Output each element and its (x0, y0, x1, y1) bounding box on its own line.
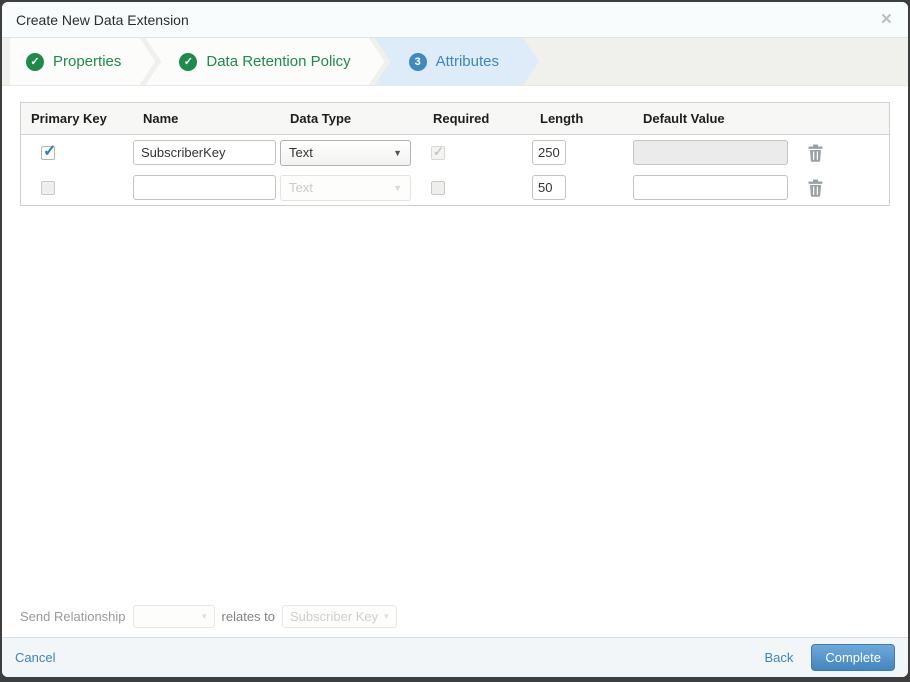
step-properties-label: Properties (53, 53, 122, 70)
table-row (423, 135, 530, 170)
send-relationship-label: Send Relationship (20, 609, 126, 624)
step-properties[interactable]: ✓ Properties (10, 38, 155, 85)
data-type-select: Text ▼ (280, 174, 411, 201)
table-row (133, 170, 280, 205)
table-row (793, 135, 889, 170)
length-input[interactable] (532, 140, 566, 165)
table-row (21, 135, 133, 170)
table-row: Text ▼ (280, 135, 423, 170)
delete-row-icon[interactable] (807, 179, 824, 197)
step-attributes[interactable]: 3 Attributes (375, 38, 539, 85)
modal-content: Primary Key Name Data Type Required Leng… (2, 86, 908, 637)
step-data-retention-policy-label: Data Retention Policy (206, 53, 351, 70)
col-header-length: Length (530, 103, 633, 135)
send-relationship-row: Send Relationship ▾ relates to Subscribe… (20, 605, 397, 628)
relates-to-select: Subscriber Key ▾ (282, 605, 397, 628)
table-row (793, 170, 889, 205)
table-row (530, 135, 633, 170)
attributes-table: Primary Key Name Data Type Required Leng… (20, 102, 890, 206)
table-row (133, 135, 280, 170)
table-row (423, 170, 530, 205)
data-type-value: Text (289, 180, 313, 195)
wizard-step-bar: ✓ Properties ✓ Data Retention Policy 3 A… (2, 38, 908, 86)
relates-to-value: Subscriber Key (290, 609, 379, 624)
table-row (633, 135, 793, 170)
default-value-input[interactable] (633, 175, 788, 200)
cancel-link[interactable]: Cancel (15, 650, 55, 665)
primary-key-checkbox[interactable] (41, 180, 55, 195)
complete-button[interactable]: Complete (811, 644, 895, 671)
table-row (530, 170, 633, 205)
table-row: Text ▼ (280, 170, 423, 205)
step-number-icon: 3 (409, 53, 427, 71)
send-relationship-select: ▾ (132, 605, 215, 628)
col-header-actions (793, 103, 889, 135)
chevron-down-icon: ▾ (202, 611, 207, 621)
table-row (633, 170, 793, 205)
name-input[interactable] (133, 140, 276, 165)
back-link[interactable]: Back (764, 650, 793, 665)
col-header-data-type: Data Type (280, 103, 423, 135)
check-circle-icon: ✓ (26, 53, 44, 71)
col-header-primary-key: Primary Key (21, 103, 133, 135)
step-attributes-label: Attributes (435, 53, 499, 70)
required-checkbox[interactable] (431, 180, 445, 195)
col-header-required: Required (423, 103, 530, 135)
data-type-value: Text (289, 145, 313, 160)
relates-to-label: relates to (221, 609, 276, 624)
check-circle-icon: ✓ (179, 53, 197, 71)
table-row (21, 170, 133, 205)
name-input[interactable] (133, 175, 276, 200)
col-header-default-value: Default Value (633, 103, 793, 135)
delete-row-icon[interactable] (807, 144, 824, 162)
default-value-input (633, 140, 788, 165)
data-type-select[interactable]: Text ▼ (280, 139, 411, 166)
create-data-extension-modal: Create New Data Extension × ✓ Properties… (2, 2, 908, 677)
modal-title-bar: Create New Data Extension × (2, 2, 908, 38)
primary-key-checkbox[interactable] (41, 141, 56, 161)
length-input[interactable] (532, 175, 566, 200)
required-checkbox (431, 144, 445, 160)
close-icon[interactable]: × (879, 10, 894, 29)
modal-title: Create New Data Extension (16, 11, 189, 28)
chevron-down-icon: ▼ (393, 182, 402, 193)
modal-footer: Cancel Back Complete (2, 637, 908, 677)
step-data-retention-policy[interactable]: ✓ Data Retention Policy (145, 38, 384, 85)
col-header-name: Name (133, 103, 280, 135)
chevron-down-icon: ▾ (384, 611, 389, 621)
chevron-down-icon: ▼ (393, 147, 402, 158)
